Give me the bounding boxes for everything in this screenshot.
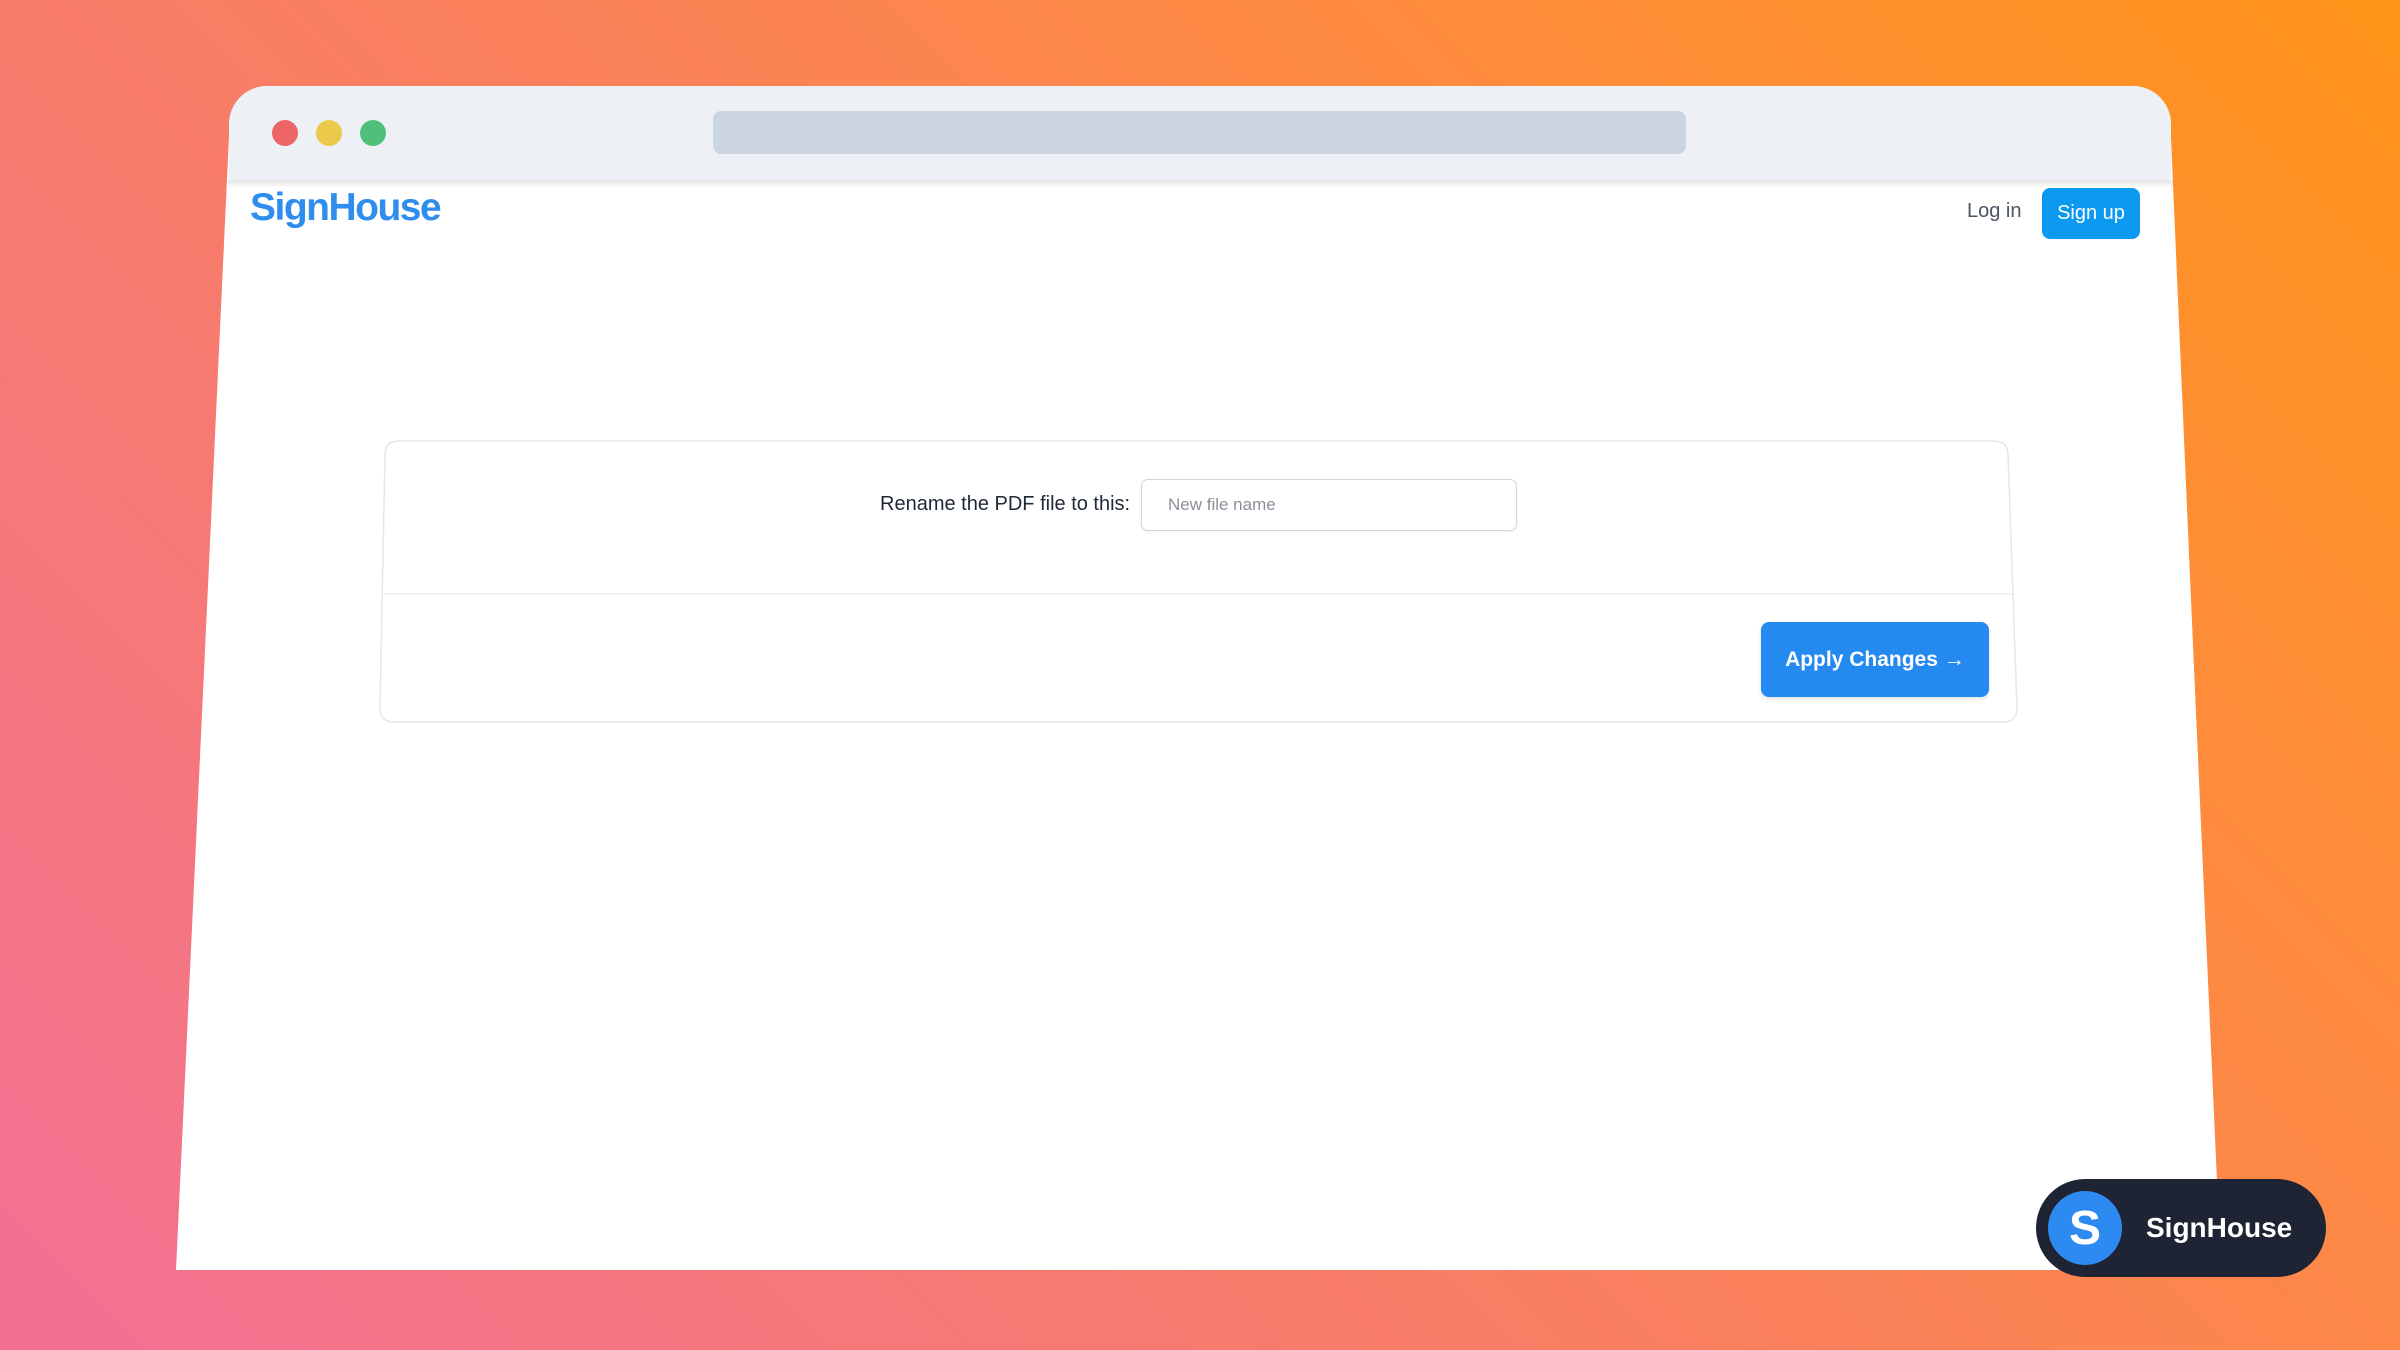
apply-changes-button[interactable]: Apply Changes → [1761,622,1989,697]
apply-changes-label: Apply Changes [1785,647,1938,671]
rename-label: Rename the PDF file to this: [880,493,1131,515]
maximize-window-button[interactable] [360,120,386,146]
close-window-button[interactable] [272,120,298,146]
new-filename-input[interactable] [1141,479,1517,531]
arrow-right-icon: → [1943,647,1965,671]
minimize-window-button[interactable] [316,120,342,146]
signhouse-badge-name: SignHouse [2146,1212,2293,1243]
address-bar[interactable] [713,111,1686,154]
login-link[interactable]: Log in [1967,200,2022,223]
titlebar-shadow [228,180,2173,188]
signhouse-badge: S SignHouse [2036,1179,2326,1277]
signhouse-badge-logo: S [2048,1191,2122,1265]
signhouse-logo[interactable]: SignHouse [250,186,442,230]
signup-button[interactable]: Sign up [2042,188,2140,239]
